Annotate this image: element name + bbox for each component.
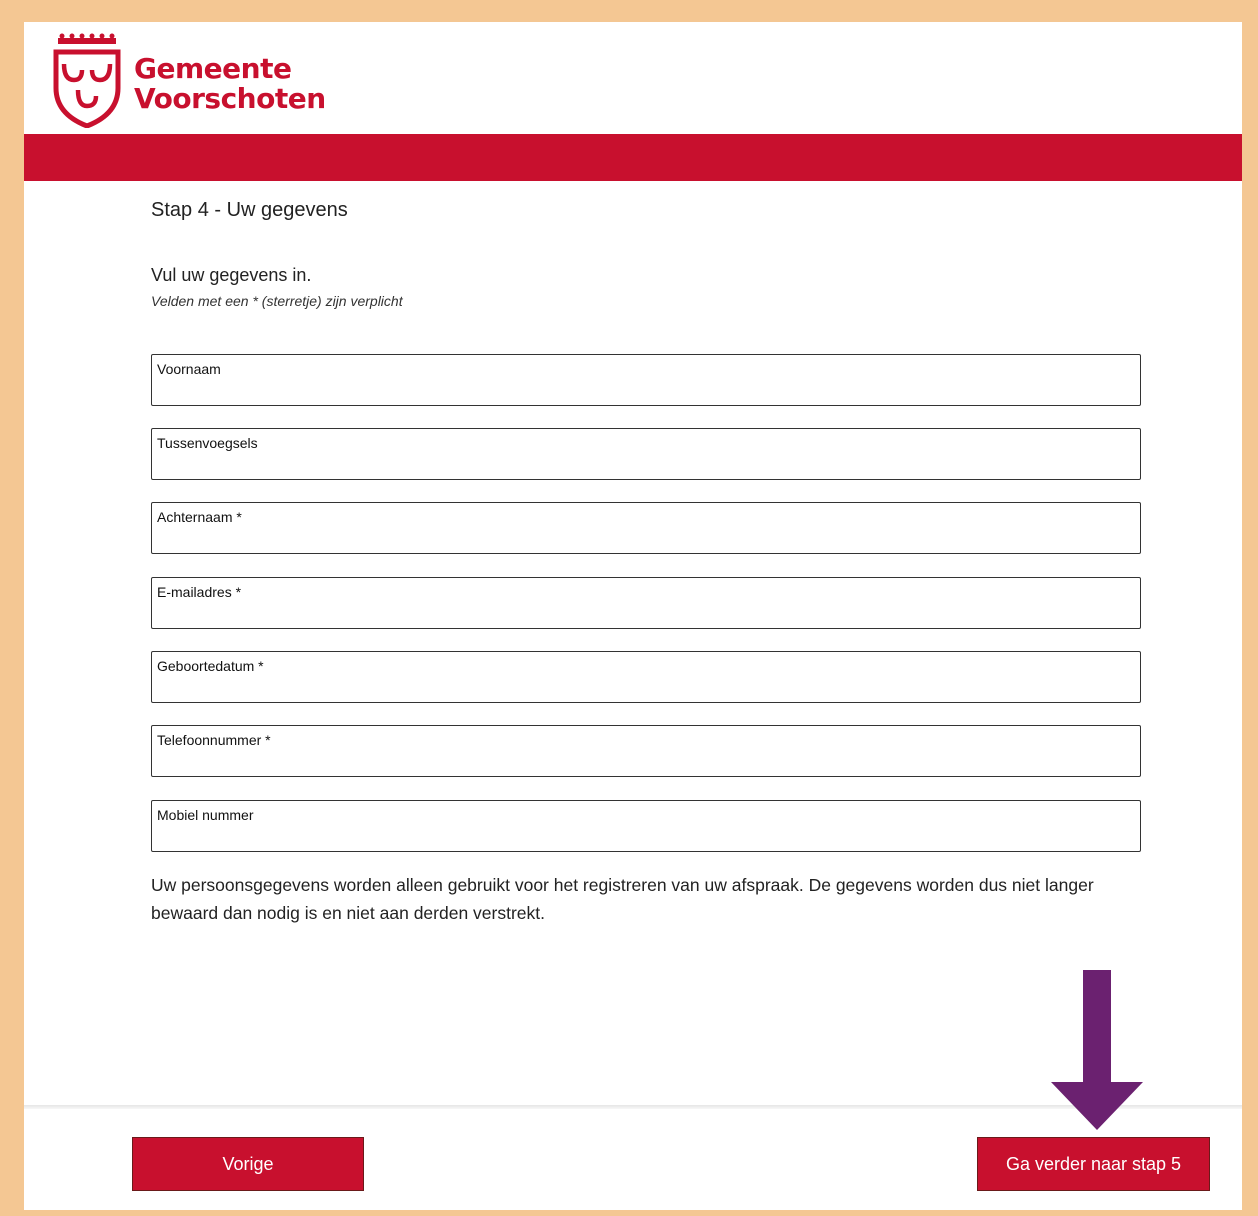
- email-input[interactable]: [157, 604, 1136, 626]
- mobile-input[interactable]: [157, 827, 1136, 849]
- municipality-shield-icon: [53, 33, 121, 128]
- previous-button[interactable]: Vorige: [132, 1137, 364, 1191]
- page-frame: Gemeente Voorschoten Stap 4 - Uw gegeven…: [24, 22, 1242, 1210]
- infix-input[interactable]: [157, 455, 1136, 477]
- email-label: E-mailadres *: [157, 584, 242, 600]
- first-name-label: Voornaam: [157, 361, 221, 377]
- logo-line-1: Gemeente: [134, 52, 292, 85]
- last-name-label: Achternaam *: [157, 509, 242, 525]
- last-name-field[interactable]: Achternaam *: [151, 502, 1141, 554]
- mobile-label: Mobiel nummer: [157, 807, 254, 823]
- birthdate-field[interactable]: Geboortedatum *: [151, 651, 1141, 703]
- privacy-notice: Uw persoonsgegevens worden alleen gebrui…: [151, 875, 1094, 923]
- phone-label: Telefoonnummer *: [157, 732, 271, 748]
- birthdate-input[interactable]: [157, 678, 1136, 700]
- infix-field[interactable]: Tussenvoegsels: [151, 428, 1141, 480]
- municipality-logo-text[interactable]: Gemeente Voorschoten: [134, 54, 326, 114]
- header-band: [24, 134, 1242, 181]
- birthdate-label: Geboortedatum *: [157, 658, 264, 674]
- phone-input[interactable]: [157, 752, 1136, 774]
- infix-label: Tussenvoegsels: [157, 435, 258, 451]
- email-field[interactable]: E-mailadres *: [151, 577, 1141, 629]
- page-title: Stap 4 - Uw gegevens: [151, 199, 348, 221]
- down-arrow-icon: [1051, 970, 1143, 1130]
- header: Gemeente Voorschoten: [24, 22, 1242, 134]
- last-name-input[interactable]: [157, 529, 1136, 551]
- form-intro: Vul uw gegevens in.: [151, 265, 312, 285]
- first-name-field[interactable]: Voornaam: [151, 354, 1141, 406]
- mobile-field[interactable]: Mobiel nummer: [151, 800, 1141, 852]
- phone-field[interactable]: Telefoonnummer *: [151, 725, 1141, 777]
- required-note: Velden met een * (sterretje) zijn verpli…: [151, 293, 403, 309]
- next-step-button[interactable]: Ga verder naar stap 5: [977, 1137, 1210, 1191]
- logo-line-2: Voorschoten: [134, 82, 326, 115]
- first-name-input[interactable]: [157, 381, 1136, 403]
